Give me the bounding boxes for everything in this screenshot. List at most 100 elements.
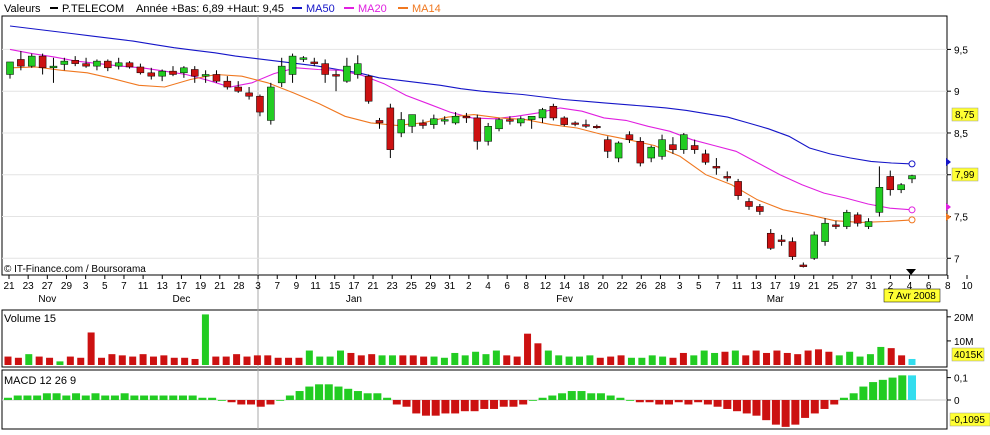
macd-bar — [52, 393, 61, 400]
volume-tick-label: 10M — [954, 337, 973, 348]
price-tick-label: 7,5 — [954, 213, 968, 224]
candle-body — [745, 201, 753, 207]
macd-bar — [713, 400, 722, 407]
price-tick-label: 8,5 — [954, 129, 968, 140]
candle-body — [201, 74, 210, 77]
candle-body — [658, 139, 666, 157]
candle-body — [82, 63, 90, 67]
candle-body — [451, 116, 460, 124]
candle — [690, 139, 699, 154]
candle — [158, 69, 166, 82]
date-tick-label: 13 — [751, 281, 763, 292]
date-tick-label: 19 — [789, 281, 801, 292]
macd-tick-label: 0 — [954, 396, 960, 407]
macd-bar — [509, 400, 518, 407]
volume-panel-title: Volume 15 — [4, 313, 56, 325]
macd-bar — [538, 397, 547, 400]
month-label: Fev — [556, 294, 573, 305]
volume-bar — [887, 348, 895, 365]
date-tick-label: 11 — [310, 281, 321, 292]
candle-body — [114, 62, 123, 67]
candle — [473, 114, 482, 150]
macd-bar — [276, 400, 285, 401]
date-tick-label: 18 — [578, 281, 590, 292]
macd-bar — [655, 400, 664, 405]
candle — [897, 183, 905, 194]
macd-bar — [23, 395, 32, 400]
candle-body — [277, 65, 286, 84]
volume-bar — [482, 354, 490, 365]
volume-bar — [347, 352, 355, 365]
date-tick-label: 22 — [617, 281, 629, 292]
macd-bar — [159, 395, 168, 400]
macd-bar — [626, 400, 635, 401]
date-tick-label: 28 — [233, 281, 245, 292]
candle — [386, 103, 395, 159]
date-tick-label: 27 — [846, 281, 858, 292]
date-tick-label: 13 — [157, 281, 169, 292]
macd-bar — [645, 400, 654, 403]
macd-bar — [295, 391, 304, 400]
volume-bar — [191, 358, 199, 365]
macd-bar — [635, 400, 644, 403]
candle — [756, 203, 764, 215]
candle-body — [430, 118, 438, 125]
volume-bar — [108, 354, 116, 365]
volume-bar — [56, 361, 64, 365]
candle-body — [245, 92, 253, 97]
macd-tick-label: 0,1 — [954, 374, 968, 385]
ma20-legend-label: MA20 — [358, 3, 387, 15]
ticker-label: P.TELECOM — [62, 3, 124, 15]
macd-bar — [91, 393, 100, 400]
candle — [788, 237, 797, 260]
chart-canvas: 9,598,587,5720M10M0,10212327293571113171… — [1, 3, 990, 430]
volume-bar — [35, 356, 43, 365]
candle-body — [582, 124, 590, 127]
volume-bar — [783, 352, 791, 365]
volume-bar — [794, 354, 802, 365]
volume-bar — [607, 356, 615, 365]
date-tick-label: 28 — [655, 281, 667, 292]
candle — [538, 107, 547, 123]
volume-bar — [472, 351, 480, 365]
candle-body — [93, 60, 101, 67]
candle — [734, 178, 742, 200]
candle — [614, 141, 623, 163]
date-tick-label: 3 — [83, 281, 89, 292]
ma14-series — [9, 66, 916, 224]
date-tick-label: 7 — [274, 281, 280, 292]
date-tick-label: 5 — [696, 281, 702, 292]
ma50-line — [9, 25, 913, 165]
volume-bar — [118, 355, 126, 365]
date-tick-label: 5 — [102, 281, 108, 292]
candle — [875, 166, 884, 217]
candle — [908, 174, 916, 184]
candle-body — [17, 59, 25, 67]
macd-bar — [140, 395, 149, 400]
price-highlight-label-2: 7,99 — [955, 170, 975, 181]
candle — [245, 87, 253, 100]
date-tick-label: 11 — [138, 281, 149, 292]
macd-bar — [412, 400, 421, 414]
candle-body — [212, 74, 221, 82]
date-tick-label: 8 — [945, 281, 951, 292]
macd-bar — [169, 395, 178, 400]
macd-bar — [878, 379, 887, 400]
candle-body — [190, 69, 199, 77]
candle-body — [27, 55, 36, 67]
macd-bar — [791, 400, 800, 425]
candle-body — [701, 153, 710, 163]
candle — [636, 137, 645, 167]
macd-bar — [528, 400, 537, 401]
macd-bar — [519, 400, 528, 405]
volume-bar — [181, 357, 189, 365]
candle-body — [60, 60, 69, 65]
macd-bar — [208, 397, 217, 400]
candle — [332, 70, 340, 92]
macd-bar — [558, 393, 567, 400]
volume-last-label: 4015K — [954, 350, 983, 361]
candle-body — [158, 70, 166, 77]
ma14-legend-label: MA14 — [412, 3, 441, 15]
macd-bar — [334, 386, 343, 400]
macd-bar — [771, 400, 780, 425]
